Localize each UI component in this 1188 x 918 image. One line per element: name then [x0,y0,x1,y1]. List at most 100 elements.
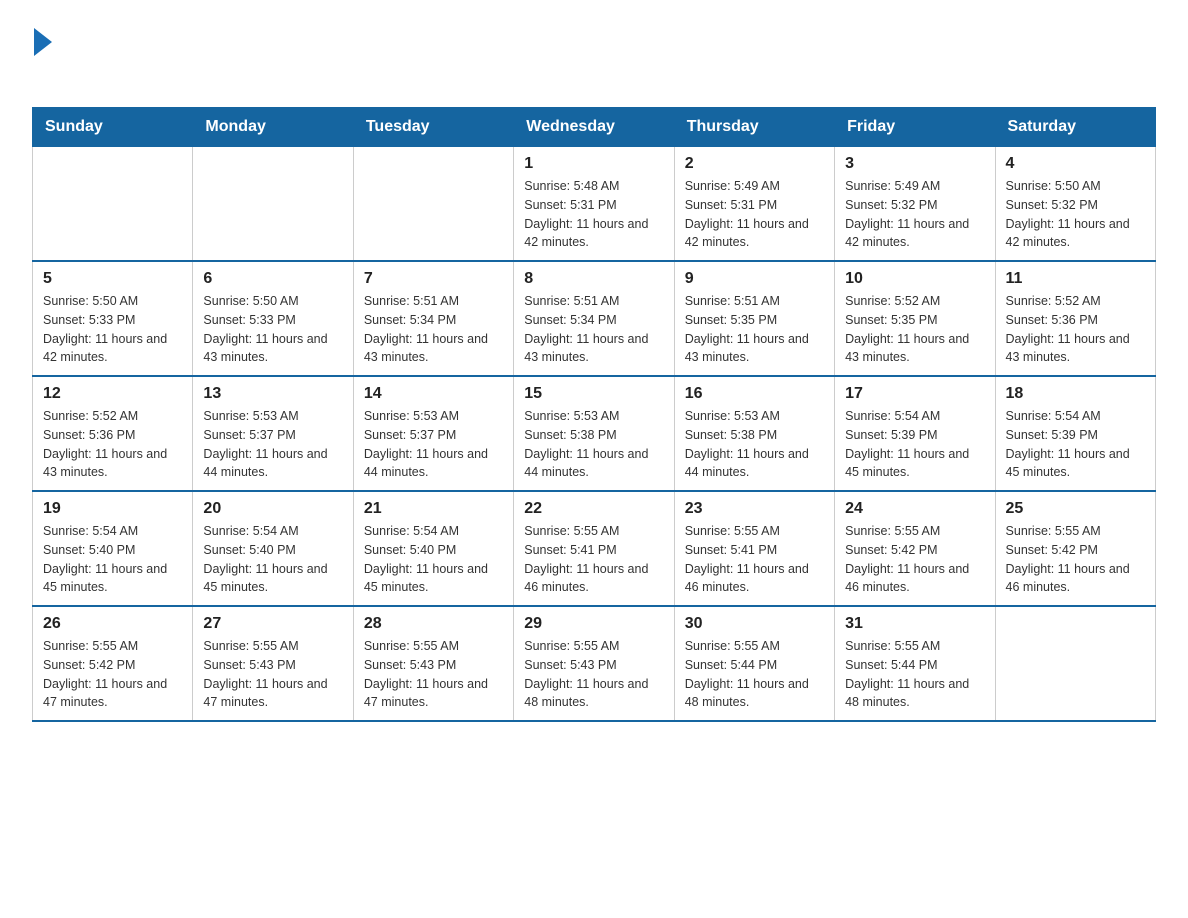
calendar-cell: 5 Sunrise: 5:50 AMSunset: 5:33 PMDaylight… [33,261,193,376]
calendar-cell [995,606,1155,721]
day-info: Sunrise: 5:52 AMSunset: 5:35 PMDaylight:… [845,292,984,367]
day-info: Sunrise: 5:48 AMSunset: 5:31 PMDaylight:… [524,177,663,252]
calendar-cell: 19 Sunrise: 5:54 AMSunset: 5:40 PMDayligh… [33,491,193,606]
day-number: 25 [1006,500,1145,518]
day-info: Sunrise: 5:51 AMSunset: 5:34 PMDaylight:… [364,292,503,367]
calendar-cell: 29 Sunrise: 5:55 AMSunset: 5:43 PMDayligh… [514,606,674,721]
day-info: Sunrise: 5:54 AMSunset: 5:39 PMDaylight:… [1006,407,1145,482]
day-number: 19 [43,500,182,518]
calendar-cell [33,147,193,262]
day-number: 10 [845,270,984,288]
day-number: 4 [1006,155,1145,173]
calendar-week-0: 1Sunrise: 5:48 AMSunset: 5:31 PMDaylight… [33,147,1156,262]
day-number: 24 [845,500,984,518]
calendar-cell: 7 Sunrise: 5:51 AMSunset: 5:34 PMDaylight… [353,261,513,376]
day-info: Sunrise: 5:55 AMSunset: 5:42 PMDaylight:… [845,522,984,597]
day-number: 15 [524,385,663,403]
day-number: 9 [685,270,824,288]
day-info: Sunrise: 5:53 AMSunset: 5:37 PMDaylight:… [203,407,342,482]
weekday-header-tuesday: Tuesday [353,108,513,147]
day-number: 7 [364,270,503,288]
logo [32,24,52,87]
calendar-cell: 2Sunrise: 5:49 AMSunset: 5:31 PMDaylight… [674,147,834,262]
calendar-cell [193,147,353,262]
day-number: 11 [1006,270,1145,288]
day-info: Sunrise: 5:55 AMSunset: 5:43 PMDaylight:… [524,637,663,712]
calendar-header: SundayMondayTuesdayWednesdayThursdayFrid… [33,108,1156,147]
calendar-cell: 20 Sunrise: 5:54 AMSunset: 5:40 PMDayligh… [193,491,353,606]
day-number: 30 [685,615,824,633]
day-info: Sunrise: 5:50 AMSunset: 5:33 PMDaylight:… [203,292,342,367]
calendar-table: SundayMondayTuesdayWednesdayThursdayFrid… [32,107,1156,722]
day-info: Sunrise: 5:55 AMSunset: 5:43 PMDaylight:… [364,637,503,712]
day-number: 22 [524,500,663,518]
calendar-week-3: 19 Sunrise: 5:54 AMSunset: 5:40 PMDayligh… [33,491,1156,606]
day-number: 16 [685,385,824,403]
calendar-cell: 18Sunrise: 5:54 AMSunset: 5:39 PMDayligh… [995,376,1155,491]
calendar-cell: 6Sunrise: 5:50 AMSunset: 5:33 PMDaylight… [193,261,353,376]
day-number: 8 [524,270,663,288]
day-number: 14 [364,385,503,403]
calendar-week-1: 5 Sunrise: 5:50 AMSunset: 5:33 PMDaylight… [33,261,1156,376]
calendar-cell: 16 Sunrise: 5:53 AMSunset: 5:38 PMDayligh… [674,376,834,491]
day-number: 21 [364,500,503,518]
day-info: Sunrise: 5:55 AMSunset: 5:41 PMDaylight:… [524,522,663,597]
calendar-cell: 11 Sunrise: 5:52 AMSunset: 5:36 PMDayligh… [995,261,1155,376]
weekday-header-saturday: Saturday [995,108,1155,147]
calendar-cell: 25 Sunrise: 5:55 AMSunset: 5:42 PMDayligh… [995,491,1155,606]
day-number: 12 [43,385,182,403]
page-header [32,24,1156,87]
calendar-cell: 17Sunrise: 5:54 AMSunset: 5:39 PMDayligh… [835,376,995,491]
day-info: Sunrise: 5:55 AMSunset: 5:44 PMDaylight:… [685,637,824,712]
calendar-cell: 26 Sunrise: 5:55 AMSunset: 5:42 PMDayligh… [33,606,193,721]
calendar-cell: 3 Sunrise: 5:49 AMSunset: 5:32 PMDaylight… [835,147,995,262]
calendar-cell: 22 Sunrise: 5:55 AMSunset: 5:41 PMDayligh… [514,491,674,606]
day-number: 31 [845,615,984,633]
calendar-cell [353,147,513,262]
day-info: Sunrise: 5:54 AMSunset: 5:40 PMDaylight:… [364,522,503,597]
day-number: 20 [203,500,342,518]
calendar-body: 1Sunrise: 5:48 AMSunset: 5:31 PMDaylight… [33,147,1156,722]
calendar-week-2: 12 Sunrise: 5:52 AMSunset: 5:36 PMDayligh… [33,376,1156,491]
day-info: Sunrise: 5:51 AMSunset: 5:34 PMDaylight:… [524,292,663,367]
calendar-cell: 24 Sunrise: 5:55 AMSunset: 5:42 PMDayligh… [835,491,995,606]
logo-triangle-icon [34,28,52,56]
day-info: Sunrise: 5:53 AMSunset: 5:37 PMDaylight:… [364,407,503,482]
day-info: Sunrise: 5:55 AMSunset: 5:42 PMDaylight:… [1006,522,1145,597]
day-info: Sunrise: 5:52 AMSunset: 5:36 PMDaylight:… [1006,292,1145,367]
weekday-row: SundayMondayTuesdayWednesdayThursdayFrid… [33,108,1156,147]
calendar-cell: 23Sunrise: 5:55 AMSunset: 5:41 PMDayligh… [674,491,834,606]
calendar-week-4: 26 Sunrise: 5:55 AMSunset: 5:42 PMDayligh… [33,606,1156,721]
day-info: Sunrise: 5:55 AMSunset: 5:41 PMDaylight:… [685,522,824,597]
day-info: Sunrise: 5:53 AMSunset: 5:38 PMDaylight:… [685,407,824,482]
day-info: Sunrise: 5:55 AMSunset: 5:43 PMDaylight:… [203,637,342,712]
calendar-cell: 31 Sunrise: 5:55 AMSunset: 5:44 PMDayligh… [835,606,995,721]
day-number: 29 [524,615,663,633]
calendar-cell: 12 Sunrise: 5:52 AMSunset: 5:36 PMDayligh… [33,376,193,491]
calendar-cell: 10 Sunrise: 5:52 AMSunset: 5:35 PMDayligh… [835,261,995,376]
calendar-cell: 30 Sunrise: 5:55 AMSunset: 5:44 PMDayligh… [674,606,834,721]
day-number: 26 [43,615,182,633]
day-info: Sunrise: 5:49 AMSunset: 5:31 PMDaylight:… [685,177,824,252]
day-info: Sunrise: 5:52 AMSunset: 5:36 PMDaylight:… [43,407,182,482]
day-info: Sunrise: 5:49 AMSunset: 5:32 PMDaylight:… [845,177,984,252]
day-number: 3 [845,155,984,173]
weekday-header-sunday: Sunday [33,108,193,147]
calendar-cell: 1Sunrise: 5:48 AMSunset: 5:31 PMDaylight… [514,147,674,262]
calendar-cell: 28 Sunrise: 5:55 AMSunset: 5:43 PMDayligh… [353,606,513,721]
weekday-header-friday: Friday [835,108,995,147]
day-number: 5 [43,270,182,288]
calendar-cell: 4 Sunrise: 5:50 AMSunset: 5:32 PMDaylight… [995,147,1155,262]
weekday-header-monday: Monday [193,108,353,147]
day-info: Sunrise: 5:53 AMSunset: 5:38 PMDaylight:… [524,407,663,482]
day-info: Sunrise: 5:54 AMSunset: 5:40 PMDaylight:… [43,522,182,597]
day-number: 28 [364,615,503,633]
day-info: Sunrise: 5:54 AMSunset: 5:40 PMDaylight:… [203,522,342,597]
day-info: Sunrise: 5:55 AMSunset: 5:44 PMDaylight:… [845,637,984,712]
day-info: Sunrise: 5:50 AMSunset: 5:33 PMDaylight:… [43,292,182,367]
day-info: Sunrise: 5:55 AMSunset: 5:42 PMDaylight:… [43,637,182,712]
weekday-header-thursday: Thursday [674,108,834,147]
calendar-cell: 14 Sunrise: 5:53 AMSunset: 5:37 PMDayligh… [353,376,513,491]
day-number: 17 [845,385,984,403]
day-info: Sunrise: 5:50 AMSunset: 5:32 PMDaylight:… [1006,177,1145,252]
